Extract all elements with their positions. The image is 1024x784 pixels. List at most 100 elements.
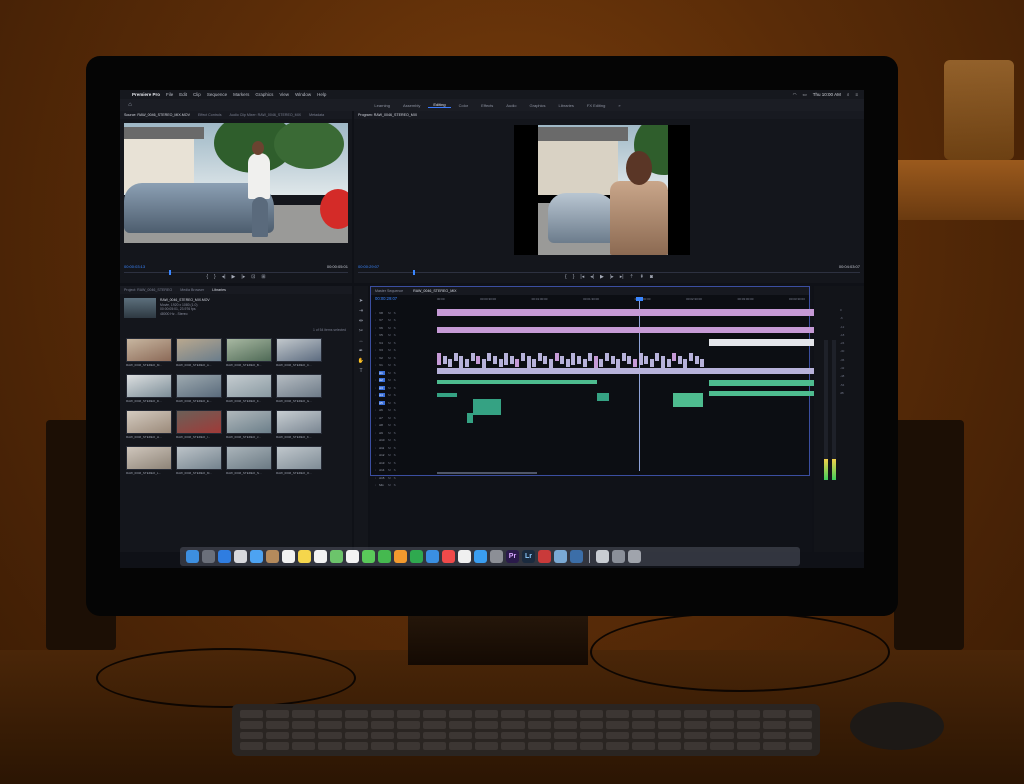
mute-toggle[interactable]: M — [388, 401, 391, 405]
solo-toggle[interactable]: S — [394, 468, 396, 472]
timeline-clip[interactable] — [504, 353, 509, 365]
pen-tool-icon[interactable]: ✒ — [359, 348, 363, 354]
app-name-menu[interactable]: Premiere Pro — [132, 92, 160, 97]
solo-toggle[interactable]: S — [394, 371, 396, 375]
system-preferences-icon[interactable] — [490, 550, 503, 563]
timeline-clip[interactable] — [649, 359, 654, 367]
solo-toggle[interactable]: S — [394, 438, 396, 442]
timeline-clip[interactable] — [537, 353, 542, 361]
track-lock-icon[interactable]: ▫ — [375, 401, 376, 405]
track-select-tool-icon[interactable]: ⇥ — [359, 308, 363, 314]
solo-toggle[interactable]: S — [394, 461, 396, 465]
timeline-clip[interactable] — [509, 356, 514, 364]
track-header[interactable]: ▫ A5 M S — [375, 399, 435, 407]
track-lock-icon[interactable]: ▫ — [375, 363, 376, 367]
timeline-clip[interactable] — [582, 359, 587, 367]
timeline-clip[interactable] — [532, 359, 537, 367]
keynote-icon[interactable] — [426, 550, 439, 563]
facetime-icon[interactable] — [378, 550, 391, 563]
track-header[interactable]: ▫ A11 M S — [375, 444, 435, 452]
timeline-clip[interactable] — [605, 353, 609, 361]
menu-view[interactable]: View — [279, 92, 289, 97]
source-timecode[interactable]: 00:00:03:13 — [124, 264, 145, 269]
finder-icon[interactable] — [186, 550, 199, 563]
app-store-icon[interactable] — [474, 550, 487, 563]
mute-toggle[interactable]: M — [388, 341, 391, 345]
lightroom-icon[interactable]: Lr — [522, 550, 535, 563]
track-lock-icon[interactable]: ▫ — [375, 356, 376, 360]
timeline-clip[interactable] — [515, 359, 520, 367]
timeline-clip[interactable] — [627, 356, 632, 364]
track-header[interactable]: ▫ A14 M S — [375, 467, 435, 475]
menu-list-icon[interactable]: ≡ — [855, 92, 858, 97]
quicktime-icon[interactable] — [570, 550, 583, 563]
track-header[interactable]: ▫ A8 M S — [375, 422, 435, 430]
mute-toggle[interactable]: M — [388, 446, 391, 450]
timeline-clip[interactable] — [565, 359, 570, 367]
timeline-clip[interactable] — [700, 359, 705, 367]
bin-item[interactable]: RAW_0046_STEREO_M... — [176, 446, 222, 478]
timeline-clip[interactable] — [498, 359, 503, 367]
solo-toggle[interactable]: S — [394, 311, 396, 315]
timeline-clip[interactable] — [437, 393, 457, 397]
track-lock-icon[interactable]: ▫ — [375, 326, 376, 330]
timeline-clip[interactable] — [493, 356, 497, 364]
timeline-clip[interactable] — [661, 356, 665, 368]
insert-icon[interactable]: ⊡ — [251, 274, 255, 280]
track-lock-icon[interactable]: ▫ — [375, 341, 376, 345]
menu-help[interactable]: Help — [317, 92, 326, 97]
timeline-clip[interactable] — [672, 353, 677, 361]
menu-edit[interactable]: Edit — [179, 92, 187, 97]
mark-in-icon[interactable]: { — [206, 274, 208, 280]
bin-item[interactable]: RAW_0046_STEREO_B... — [226, 338, 272, 370]
track-header[interactable]: ▫ V5 M S — [375, 332, 435, 340]
timeline-clip[interactable] — [709, 391, 817, 396]
play-icon[interactable]: ▶ — [600, 274, 604, 280]
mark-out-icon[interactable]: } — [214, 274, 216, 280]
track-lock-icon[interactable]: ▫ — [375, 446, 376, 450]
spotlight-icon[interactable]: ⌕ — [847, 92, 850, 97]
bin-item[interactable]: RAW_0046_STEREO_K... — [276, 410, 322, 442]
track-lock-icon[interactable]: ▫ — [375, 416, 376, 420]
tab-libraries[interactable]: Libraries — [212, 288, 226, 292]
play-icon[interactable]: ▶ — [232, 274, 236, 280]
track-lock-icon[interactable]: ▫ — [375, 453, 376, 457]
track-lock-icon[interactable]: ▫ — [375, 438, 376, 442]
playhead[interactable] — [636, 297, 644, 471]
calendar-icon[interactable] — [282, 550, 295, 563]
music-icon[interactable] — [458, 550, 471, 563]
solo-toggle[interactable]: S — [394, 446, 396, 450]
track-lock-icon[interactable]: ▫ — [375, 461, 376, 465]
track-header[interactable]: ▫ A10 M S — [375, 437, 435, 445]
track-header[interactable]: ▫ V6 M S — [375, 324, 435, 332]
workspace-overflow-icon[interactable]: » — [613, 103, 625, 108]
solo-toggle[interactable]: S — [394, 326, 396, 330]
mute-toggle[interactable]: M — [388, 318, 391, 322]
track-lock-icon[interactable]: ▫ — [375, 408, 376, 412]
mute-toggle[interactable]: M — [388, 408, 391, 412]
track-header[interactable]: ▫ V2 M S — [375, 354, 435, 362]
messages-icon[interactable] — [362, 550, 375, 563]
track-header[interactable]: ▫ A7 M S — [375, 414, 435, 422]
type-tool-icon[interactable]: T — [359, 368, 362, 374]
mute-toggle[interactable]: M — [388, 438, 391, 442]
solo-toggle[interactable]: S — [394, 408, 396, 412]
mute-toggle[interactable]: M — [388, 453, 391, 457]
downloads-icon[interactable] — [612, 550, 625, 563]
track-header[interactable]: ▫ Mix M S — [375, 482, 435, 490]
track-header[interactable]: ▫ V4 M S — [375, 339, 435, 347]
timeline-clip[interactable] — [448, 359, 453, 367]
launchpad-icon[interactable] — [202, 550, 215, 563]
mute-toggle[interactable]: M — [388, 468, 391, 472]
menu-graphics[interactable]: Graphics — [255, 92, 273, 97]
bin-item[interactable]: RAW_0046_STEREO_M... — [126, 338, 172, 370]
tab-program[interactable]: Program: RAW_0046_STEREO_MIX — [358, 113, 417, 117]
tab-metadata[interactable]: Metadata — [309, 113, 324, 117]
timeline-clip[interactable] — [453, 353, 458, 361]
bin-item[interactable]: RAW_0046_STEREO_A... — [176, 338, 222, 370]
preview-icon[interactable] — [554, 550, 567, 563]
mute-toggle[interactable]: M — [388, 326, 391, 330]
timeline-tracks[interactable] — [437, 297, 817, 471]
mute-toggle[interactable]: M — [388, 423, 391, 427]
mute-toggle[interactable]: M — [388, 393, 391, 397]
